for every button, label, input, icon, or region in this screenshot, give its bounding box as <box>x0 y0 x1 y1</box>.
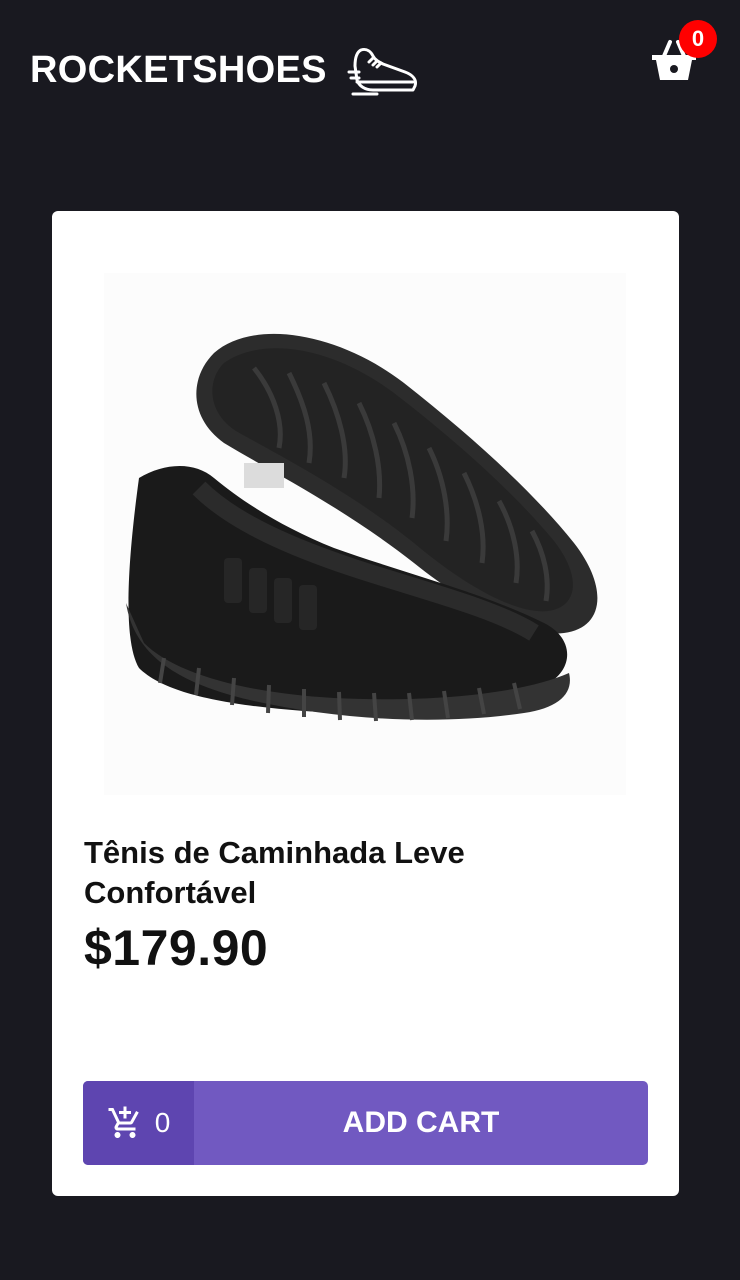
sneaker-photo <box>126 333 598 722</box>
add-cart-label: ADD CART <box>342 1106 500 1139</box>
cart-count-badge: 0 <box>679 20 717 58</box>
app-header: ROCKETSHOES 0 <box>0 0 740 140</box>
product-card: Tênis de Caminhada Leve Confortável $179… <box>52 211 679 1196</box>
add-to-cart-button[interactable]: 0 ADD CART <box>83 1081 648 1165</box>
running-shoe-icon <box>347 48 417 96</box>
product-price: $179.90 <box>84 920 269 976</box>
logo-text: ROCKETSHOES <box>30 48 327 91</box>
product-title: Tênis de Caminhada Leve Confortável <box>84 835 465 910</box>
add-shopping-cart-icon <box>108 1106 139 1138</box>
product-cart-count: 0 <box>154 1107 171 1138</box>
product-image <box>104 273 626 795</box>
cart-count-box: 0 <box>83 1081 194 1165</box>
cart-button[interactable]: 0 <box>648 20 720 90</box>
logo[interactable]: ROCKETSHOES <box>30 30 421 110</box>
